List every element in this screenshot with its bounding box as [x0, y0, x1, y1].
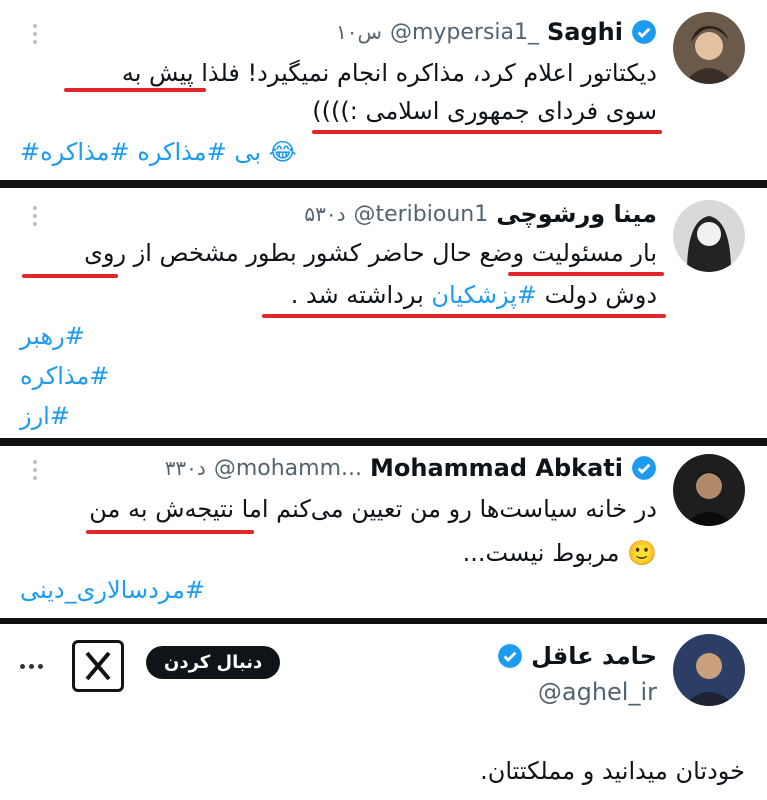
user-handle[interactable]: @mypersia1_ — [390, 20, 539, 45]
laughing-emoji-icon: 😂 — [268, 138, 297, 166]
highlight-underline — [64, 88, 206, 92]
timestamp[interactable]: ۵۳۰د — [304, 202, 345, 226]
verified-badge-icon — [632, 456, 656, 480]
more-options-icon[interactable] — [30, 456, 40, 486]
highlight-underline — [86, 530, 254, 534]
tweet-mohammad[interactable]: ۳۳۰د @mohamm... Mohammad Abkati در خانه … — [0, 446, 767, 618]
verified-badge-icon — [632, 20, 656, 44]
hashtag-arz[interactable]: #ارز — [20, 402, 70, 430]
hashtag-mozakere[interactable]: #مذاکره — [20, 362, 109, 390]
tweet-header: ۱۰س @mypersia1_ Saghi — [336, 14, 657, 50]
user-name[interactable]: حامد عاقل — [531, 642, 657, 670]
avatar[interactable] — [673, 634, 745, 706]
text-pre: دوش دولت — [544, 281, 657, 309]
tweet-hamed[interactable]: حامد عاقل @aghel_ir دنبال کردن خودتان می… — [0, 624, 767, 800]
tweet-header: ۵۳۰د @teribioun1 مینا ورشوچی — [304, 196, 657, 232]
user-handle[interactable]: @aghel_ir — [538, 678, 657, 706]
highlight-underline — [312, 130, 662, 134]
hashtag-reber[interactable]: #رهبر — [20, 322, 85, 350]
tweet-saghi[interactable]: ۱۰س @mypersia1_ Saghi دیکتاتور اعلام کرد… — [0, 0, 767, 180]
user-handle[interactable]: @mohamm... — [214, 456, 362, 481]
tweet-text: خودتان میدانید و مملکتتان. — [480, 757, 745, 785]
tweet-text-line-2: دوش دولت #پزشکیان برداشته شد . — [291, 276, 657, 314]
avatar[interactable] — [673, 454, 745, 526]
tweet-text-line-2: 🙂 مربوط نیست... — [462, 539, 657, 567]
more-options-icon[interactable] — [20, 664, 43, 669]
hashtag-row[interactable]: #مردسالاری_دینی — [20, 576, 205, 604]
x-logo-icon — [72, 640, 124, 692]
emoji-smile-icon: 🙂 — [627, 539, 657, 567]
tweet-text-line-1: در خانه سیاست‌ها رو من تعیین می‌کنم اما … — [89, 495, 657, 523]
avatar[interactable] — [673, 12, 745, 84]
hashtag-link[interactable]: #پزشکیان — [431, 281, 537, 309]
more-options-icon[interactable] — [30, 20, 40, 50]
tweet-header: ۳۳۰د @mohamm... Mohammad Abkati — [165, 450, 657, 486]
user-handle[interactable]: @teribioun1 — [353, 202, 488, 227]
more-options-icon[interactable] — [30, 202, 40, 232]
user-name[interactable]: مینا ورشوچی — [496, 200, 657, 228]
tweet-text-line-1: دیکتاتور اعلام کرد، مذاکره انجام نمیگیرد… — [121, 59, 657, 87]
follow-button[interactable]: دنبال کردن — [146, 646, 281, 679]
timestamp[interactable]: ۳۳۰د — [165, 456, 206, 480]
timestamp[interactable]: ۱۰س — [336, 20, 382, 44]
highlight-underline — [262, 314, 666, 318]
tweet-header: حامد عاقل — [497, 638, 657, 674]
tweet-mina[interactable]: ۵۳۰د @teribioun1 مینا ورشوچی بار مسئولیت… — [0, 188, 767, 438]
user-name[interactable]: Saghi — [547, 18, 623, 46]
divider — [0, 438, 767, 446]
verified-badge-icon — [498, 644, 522, 668]
tweet-text-line-1: بار مسئولیت وضع حال حاضر کشور بطور مشخص … — [84, 239, 657, 267]
user-name[interactable]: Mohammad Abkati — [370, 454, 623, 482]
text-post: برداشته شد . — [290, 281, 424, 309]
hashtag-row[interactable]: #بی #مذاکره #مذاکره 😂 — [20, 138, 297, 166]
highlight-underline — [508, 272, 664, 276]
tweet-text-line-2: سوی فردای جمهوری اسلامی :)))) — [312, 97, 657, 125]
highlight-underline — [22, 274, 118, 278]
hashtags[interactable]: #بی #مذاکره #مذاکره — [20, 138, 261, 166]
avatar[interactable] — [673, 200, 745, 272]
divider — [0, 180, 767, 188]
